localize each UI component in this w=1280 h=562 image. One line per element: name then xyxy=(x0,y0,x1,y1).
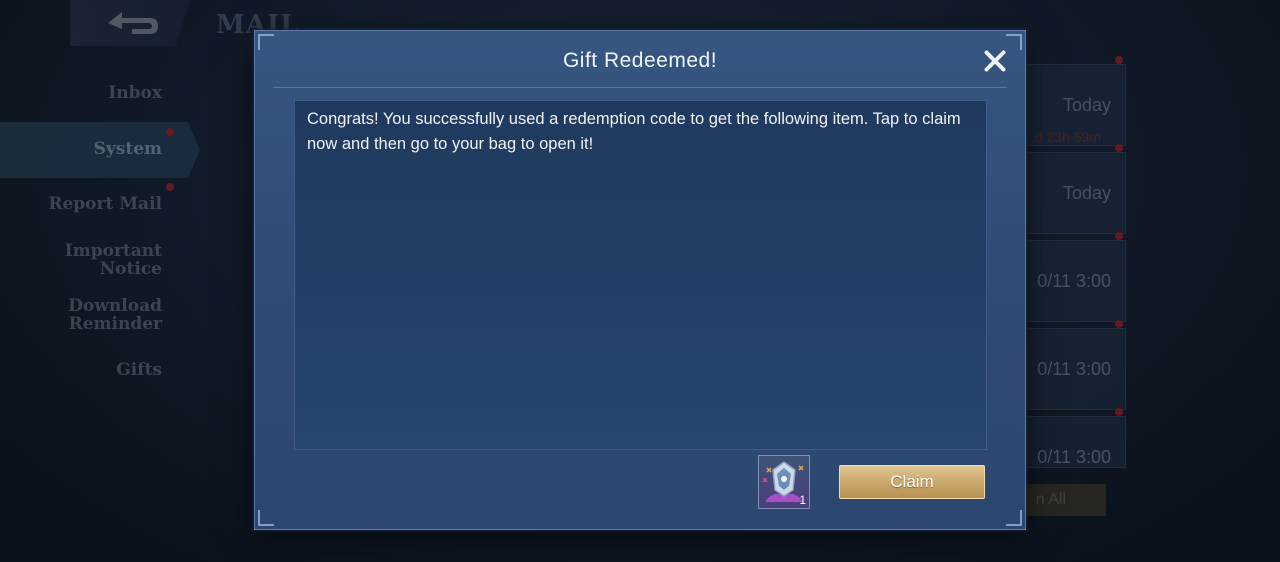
dialog-title: Gift Redeemed! xyxy=(562,49,718,72)
message-box: Congrats! You successfully used a redemp… xyxy=(294,100,987,450)
item-quantity: 1 xyxy=(799,493,806,507)
corner-ornament xyxy=(1006,510,1022,526)
title-divider xyxy=(273,87,1007,88)
corner-ornament xyxy=(258,510,274,526)
message-text: Congrats! You successfully used a redemp… xyxy=(307,110,961,153)
corner-ornament xyxy=(258,34,274,50)
gift-redeemed-dialog: Gift Redeemed! Congrats! You successfull… xyxy=(254,30,1026,530)
claim-button[interactable]: Claim xyxy=(839,465,985,499)
close-icon[interactable] xyxy=(981,47,1009,75)
reward-item-slot[interactable]: 1 xyxy=(758,455,810,509)
